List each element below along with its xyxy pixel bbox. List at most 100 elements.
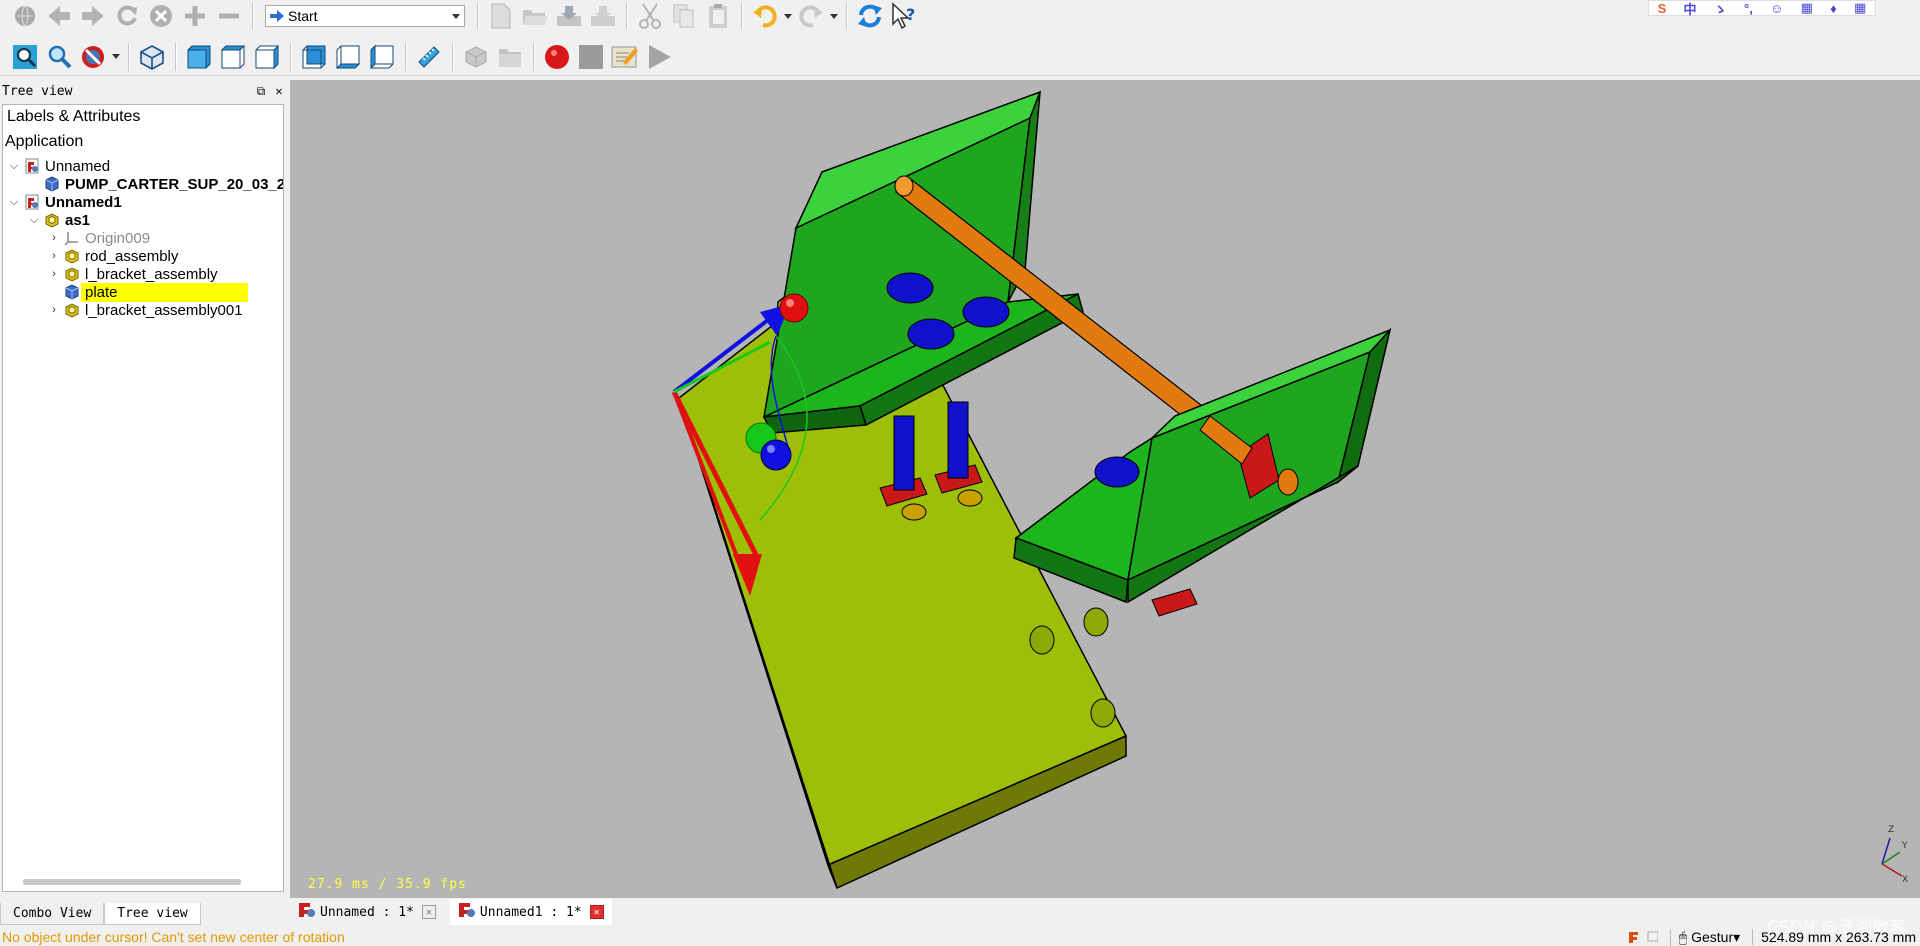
- paste-clipboard-icon[interactable]: [701, 0, 735, 32]
- document-tab[interactable]: Unnamed1 : 1* ✕: [449, 899, 612, 925]
- undo-arrow-icon[interactable]: [748, 0, 782, 32]
- float-panel-icon[interactable]: ⧉: [252, 84, 270, 99]
- close-tab-icon[interactable]: ✕: [421, 905, 436, 919]
- svg-text:Y: Y: [1901, 841, 1908, 851]
- open-folder-icon[interactable]: [518, 0, 552, 32]
- workbench-selector[interactable]: Start: [265, 5, 465, 27]
- brand-item: ▦: [1853, 0, 1867, 15]
- toolbar-separator: [128, 42, 129, 71]
- macro-record-icon[interactable]: [540, 41, 574, 73]
- cut-scissors-icon[interactable]: [633, 0, 667, 32]
- measure-distance-icon[interactable]: [412, 41, 446, 73]
- tree-item-label: l_bracket_assembly001: [85, 301, 243, 319]
- main-toolbar: Start ? S 中 ゝ °, ☺ ▦ ♦ ▦: [0, 0, 1920, 32]
- toolbar-separator: [741, 2, 742, 30]
- tree-item-label: PUMP_CARTER_SUP_20_03_2: [65, 175, 284, 193]
- copy-icon[interactable]: [667, 0, 701, 32]
- workbench-selector-label: Start: [288, 8, 318, 24]
- fps-counter: 27.9 ms / 35.9 fps: [308, 877, 467, 892]
- zoom-out-minus-icon[interactable]: [212, 0, 246, 32]
- tab-tree-view[interactable]: Tree view: [104, 903, 201, 925]
- recompute-icon[interactable]: [853, 0, 887, 32]
- close-panel-icon[interactable]: ✕: [270, 84, 288, 98]
- fit-all-icon[interactable]: [8, 41, 42, 73]
- left-view-icon[interactable]: [365, 41, 399, 73]
- tree-section-application: Application: [5, 133, 84, 150]
- brand-item: °,: [1744, 0, 1753, 16]
- fit-selection-icon[interactable]: [42, 41, 76, 73]
- tree-item[interactable]: › l_bracket_assembly001: [3, 299, 243, 321]
- brand-item: ▦: [1800, 0, 1813, 15]
- toolbar-separator: [405, 42, 406, 71]
- brand-item: ♦: [1830, 0, 1837, 16]
- isometric-view-icon[interactable]: [135, 41, 169, 73]
- create-part-icon[interactable]: [459, 41, 493, 73]
- tree-item-label: Unnamed1: [45, 193, 122, 211]
- toolbar-separator: [626, 2, 627, 30]
- toolbar-separator: [252, 2, 253, 30]
- panel-title: Tree view: [2, 83, 73, 99]
- svg-text:X: X: [1902, 875, 1908, 885]
- chevron-down-icon: [830, 13, 838, 19]
- forward-arrow-icon[interactable]: [76, 0, 110, 32]
- toolbar-separator: [290, 42, 291, 71]
- close-tab-icon[interactable]: ✕: [589, 905, 604, 919]
- tree-view-panel: Tree view ⧉ ✕ Labels & Attributes Applic…: [0, 80, 288, 898]
- undo-history-dropdown[interactable]: [782, 0, 794, 32]
- navigation-style-label: Gestur▾: [1691, 928, 1741, 945]
- refresh-page-icon[interactable]: [110, 0, 144, 32]
- stop-loading-icon[interactable]: [144, 0, 178, 32]
- back-arrow-icon[interactable]: [42, 0, 76, 32]
- front-view-icon[interactable]: [182, 41, 216, 73]
- tree-item-label: as1: [65, 211, 91, 229]
- toolbar-separator: [452, 42, 453, 71]
- tree-column-header[interactable]: Labels & Attributes: [3, 105, 283, 129]
- document-tab[interactable]: Unnamed : 1* ✕: [290, 899, 444, 925]
- right-view-icon[interactable]: [250, 41, 284, 73]
- toolbar-separator: [175, 42, 176, 71]
- toolbar-separator: [477, 2, 478, 30]
- save-as-icon[interactable]: [586, 0, 620, 32]
- tree-view-widget[interactable]: Labels & Attributes Application ⌵ Unnamed…: [2, 104, 284, 892]
- draw-style-dropdown[interactable]: [110, 41, 122, 73]
- input-method-toolbar[interactable]: S 中 ゝ °, ☺ ▦ ♦ ▦: [1648, 0, 1876, 17]
- toolbar-separator: [846, 2, 847, 30]
- freecad-document-icon: [298, 902, 316, 922]
- tab-combo-view[interactable]: Combo View: [0, 903, 105, 925]
- 3d-viewport[interactable]: Z Y X 27.9 ms / 35.9 fps: [290, 80, 1920, 898]
- macro-execute-play-icon[interactable]: [642, 41, 676, 73]
- freecad-document-icon: [458, 902, 476, 922]
- macro-edit-icon[interactable]: [608, 41, 642, 73]
- redo-arrow-icon[interactable]: [794, 0, 828, 32]
- brand-item: ☺: [1770, 0, 1784, 16]
- brand-item: 中: [1683, 1, 1697, 17]
- draw-style-icon[interactable]: [76, 41, 110, 73]
- top-view-icon[interactable]: [216, 41, 250, 73]
- navigation-style-selector[interactable]: 🖱 Gestur▾: [1669, 928, 1741, 946]
- chevron-down-icon: [784, 13, 792, 19]
- web-browser-icon[interactable]: [8, 0, 42, 32]
- new-document-icon[interactable]: [484, 0, 518, 32]
- chevron-down-icon: [112, 54, 120, 59]
- whats-this-help-icon[interactable]: ?: [887, 0, 921, 32]
- horizontal-scrollbar[interactable]: [23, 879, 241, 885]
- expand-chevron-right-icon[interactable]: ›: [47, 299, 61, 321]
- bottom-view-icon[interactable]: [331, 41, 365, 73]
- svg-text:Z: Z: [1888, 825, 1894, 835]
- redo-history-dropdown[interactable]: [828, 0, 840, 32]
- save-document-icon[interactable]: [552, 0, 586, 32]
- zoom-in-plus-icon[interactable]: [178, 0, 212, 32]
- status-bar: No object under cursor! Can't set new ce…: [0, 928, 1920, 946]
- rear-view-icon[interactable]: [297, 41, 331, 73]
- brand-item: ゝ: [1713, 1, 1727, 17]
- 3d-scene: Z Y X: [671, 90, 1908, 890]
- arrow-right-icon: [270, 10, 284, 22]
- macro-stop-icon[interactable]: [574, 41, 608, 73]
- tree-view-title-bar: Tree view ⧉ ✕: [0, 80, 288, 102]
- create-group-folder-icon[interactable]: [493, 41, 527, 73]
- assembly-icon: [63, 301, 81, 319]
- chevron-down-icon: [452, 13, 460, 19]
- tree-item-label: rod_assembly: [85, 247, 179, 265]
- l-bracket-1: [762, 90, 1084, 434]
- tree-item-label: Unnamed: [45, 157, 111, 175]
